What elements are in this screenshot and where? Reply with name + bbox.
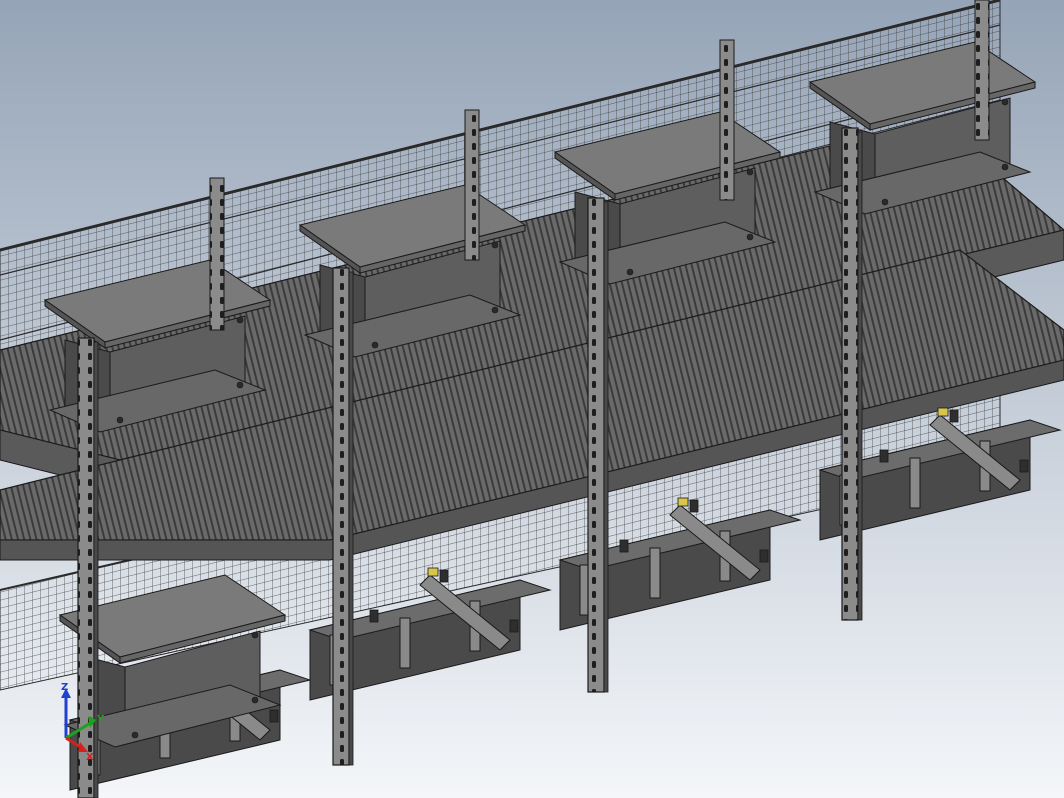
equipment-box-3-bolt (626, 268, 634, 276)
upright-post-2-flange (348, 271, 354, 766)
base-frame-3-bolt (689, 499, 699, 513)
upright-post-3-flange (603, 201, 609, 693)
equipment-box-2-bolt (491, 306, 499, 314)
equipment-box-5-bolt (251, 631, 259, 639)
back-post-2 (464, 109, 480, 261)
base-frame-2-leg (399, 617, 411, 669)
base-frame-1-bolt (269, 709, 279, 723)
upright-post-4-flange (857, 131, 863, 621)
base-frame-4-bolt (1019, 459, 1029, 473)
back-post-3 (719, 39, 735, 201)
triad-y-label: Y (96, 714, 105, 725)
triad-z-label: Z (61, 682, 68, 693)
equipment-box-1-bolt (116, 416, 124, 424)
base-frame-3-bolt (619, 539, 629, 553)
equipment-box-3-bolt (746, 233, 754, 241)
equipment-box-5-bolt (131, 731, 139, 739)
equipment-box-1-bolt (236, 316, 244, 324)
back-post-4 (974, 0, 990, 141)
equipment-box-2-bolt (491, 241, 499, 249)
base-frame-2-marker (427, 567, 439, 577)
base-frame-2-bolt (509, 619, 519, 633)
equipment-box-5-bolt (251, 696, 259, 704)
base-frame-4-bolt (949, 409, 959, 423)
upright-post-3 (587, 197, 605, 693)
equipment-box-2-bolt (371, 341, 379, 349)
equipment-box-4-bolt (881, 198, 889, 206)
base-frame-2-bolt (369, 609, 379, 623)
equipment-box-1-bolt (236, 381, 244, 389)
base-frame-2-bolt (439, 569, 449, 583)
back-post-1 (209, 177, 225, 331)
equipment-box-3-bolt (746, 168, 754, 176)
upright-post-4 (841, 127, 859, 621)
base-frame-4-marker (937, 407, 949, 417)
base-frame-3-bolt (759, 549, 769, 563)
upright-post-1-flange (93, 341, 99, 798)
assembly-drawing: Z Y X (0, 0, 1064, 798)
base-frame-3-leg (649, 547, 661, 599)
equipment-box-4-bolt (1001, 98, 1009, 106)
upright-post-2 (332, 267, 350, 766)
triad-x-label: X (86, 752, 94, 763)
cad-viewport[interactable]: Z Y X (0, 0, 1064, 798)
equipment-box-4-bolt (1001, 163, 1009, 171)
base-frame-3-marker (677, 497, 689, 507)
base-frame-4-leg (909, 457, 921, 509)
base-frame-4-bolt (879, 449, 889, 463)
